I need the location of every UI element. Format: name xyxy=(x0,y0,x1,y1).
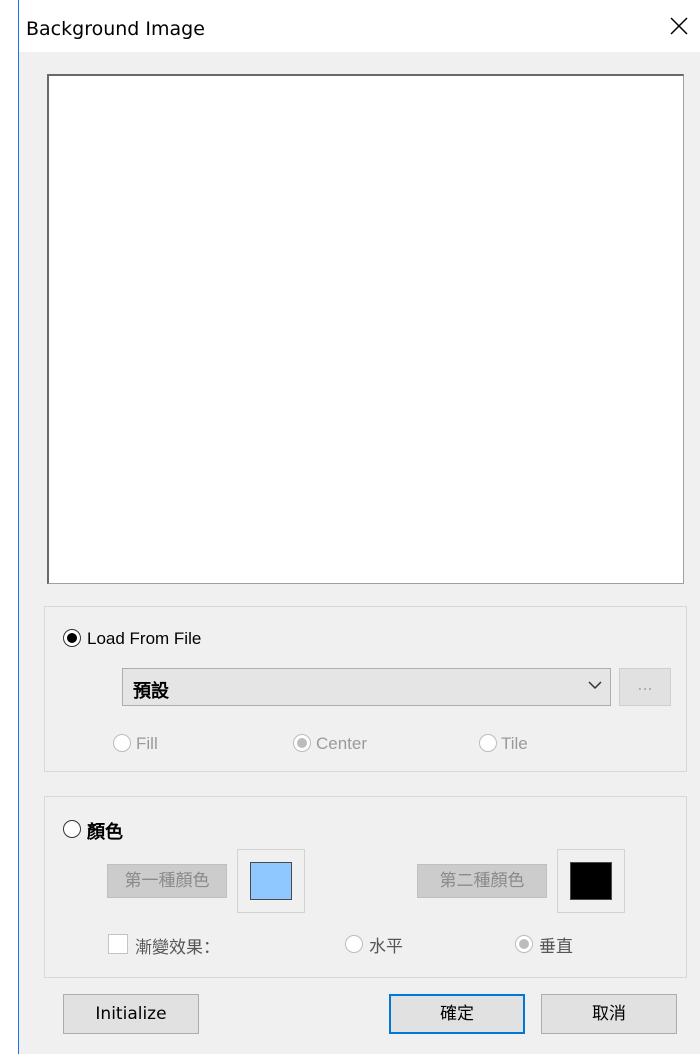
initialize-button[interactable]: Initialize xyxy=(63,994,199,1034)
browse-button[interactable]: ... xyxy=(619,668,671,706)
center-label: Center xyxy=(316,734,368,753)
first-color-button[interactable]: 第一種顏色 xyxy=(107,864,227,898)
second-color-swatch-frame[interactable] xyxy=(557,849,625,913)
window-title: Background Image xyxy=(26,18,205,40)
load-from-file-label[interactable]: Load From File xyxy=(87,629,201,649)
background-file-value: 預設 xyxy=(133,681,169,702)
fill-radio[interactable] xyxy=(113,734,131,752)
second-color-button[interactable]: 第二種顏色 xyxy=(417,864,547,898)
close-icon[interactable] xyxy=(659,6,699,46)
horizontal-radio[interactable] xyxy=(345,935,363,953)
center-radio[interactable] xyxy=(293,734,311,752)
background-image-dialog: Background Image Load From File 預設 ... F… xyxy=(18,0,700,1054)
title-bar: Background Image xyxy=(19,0,700,52)
image-preview xyxy=(47,74,684,584)
chevron-down-icon xyxy=(588,681,602,690)
color-label[interactable]: 顏色 xyxy=(87,818,123,844)
vertical-label: 垂直 xyxy=(539,937,573,957)
cancel-button[interactable]: 取消 xyxy=(541,994,677,1034)
ok-button[interactable]: 確定 xyxy=(389,994,525,1034)
gradient-checkbox[interactable] xyxy=(108,934,128,954)
first-color-swatch xyxy=(250,862,292,900)
load-from-file-radio[interactable] xyxy=(63,629,81,647)
first-color-swatch-frame[interactable] xyxy=(237,849,305,913)
second-color-swatch xyxy=(570,862,612,900)
tile-radio[interactable] xyxy=(479,734,497,752)
background-file-select[interactable]: 預設 xyxy=(122,668,611,706)
horizontal-label: 水平 xyxy=(369,937,403,957)
vertical-radio[interactable] xyxy=(515,935,533,953)
tile-label: Tile xyxy=(501,734,528,753)
gradient-label: 漸變效果： xyxy=(135,938,220,958)
fill-label: Fill xyxy=(136,734,158,753)
color-radio[interactable] xyxy=(63,820,81,838)
